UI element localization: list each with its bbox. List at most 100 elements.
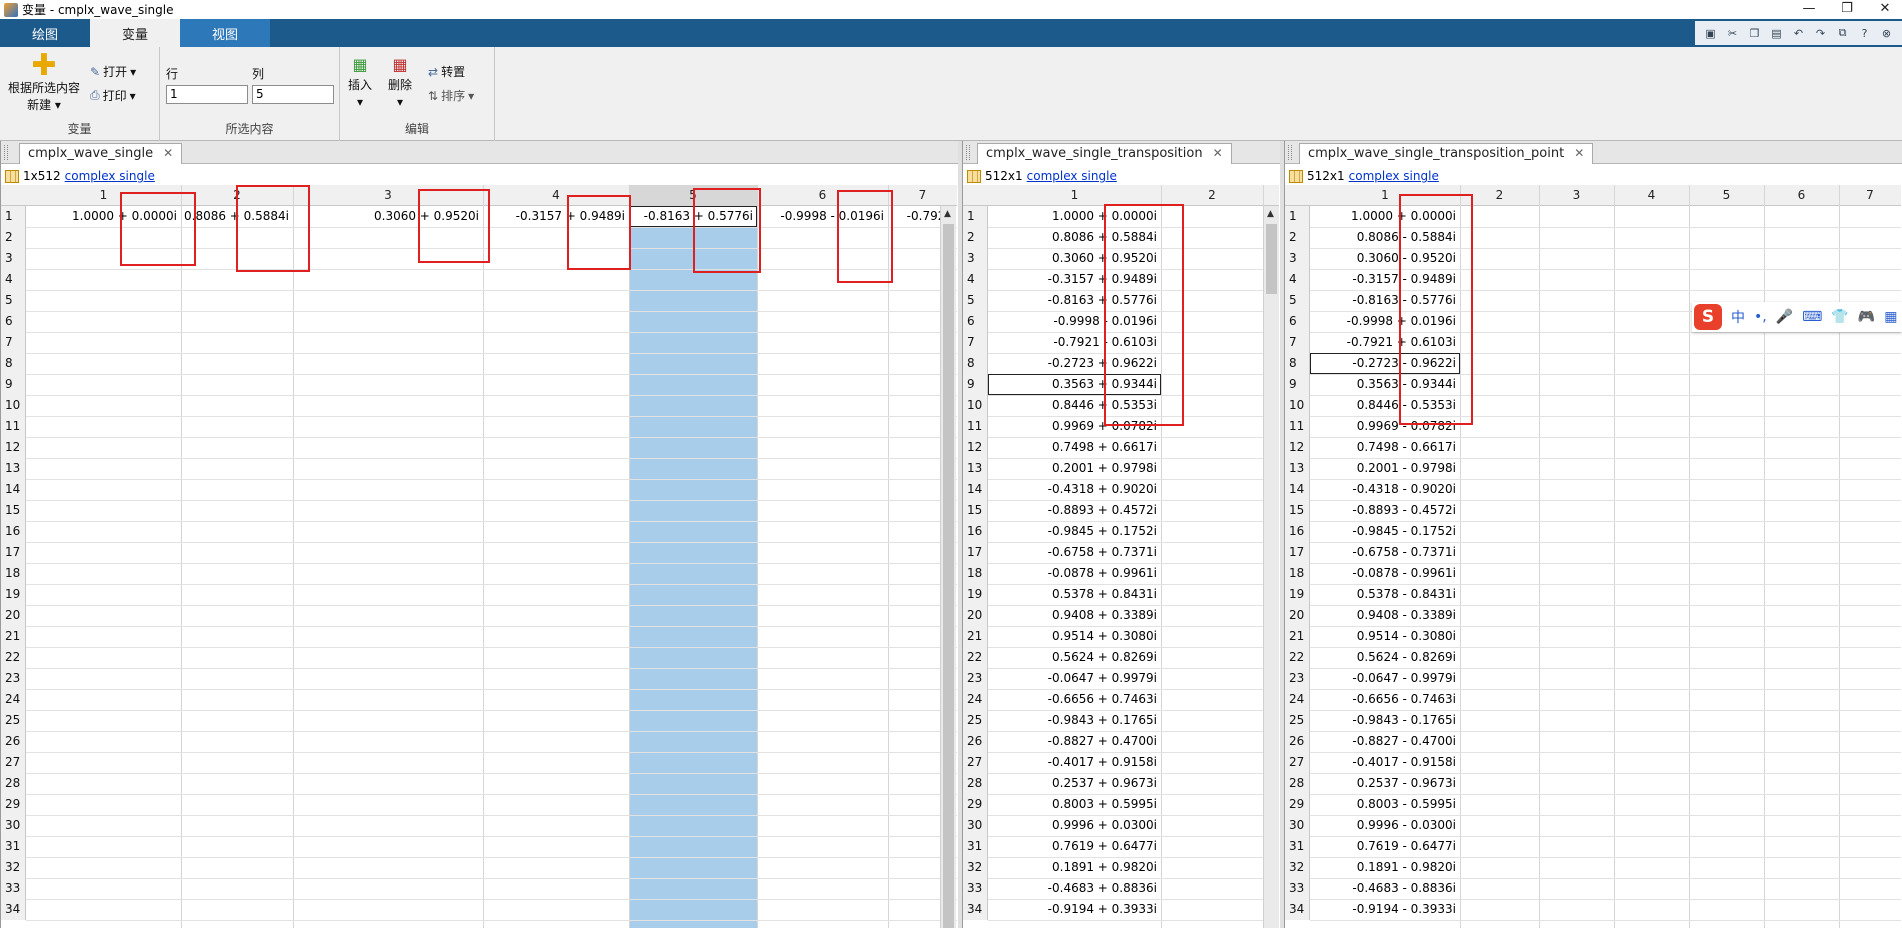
- table-cell[interactable]: 0.7619 + 0.6477i: [988, 836, 1157, 857]
- row-header[interactable]: 17: [963, 542, 987, 563]
- table-cell[interactable]: -0.6656 + 0.7463i: [988, 689, 1157, 710]
- row-header[interactable]: 34: [963, 899, 987, 920]
- row-header[interactable]: 7: [1, 332, 25, 353]
- tab-cmplx-wave-single-transposition[interactable]: cmplx_wave_single_transposition ✕: [977, 143, 1232, 164]
- row-header[interactable]: 4: [1, 269, 25, 290]
- table-cell[interactable]: 0.8003 - 0.5995i: [1310, 794, 1456, 815]
- scroll-thumb[interactable]: [1266, 224, 1277, 294]
- drag-grip-icon[interactable]: [1288, 145, 1292, 160]
- table-cell[interactable]: 0.2001 - 0.9798i: [1310, 458, 1456, 479]
- row-header[interactable]: 2: [1, 227, 25, 248]
- switch-window-icon[interactable]: ⧉: [1833, 24, 1852, 42]
- drag-grip-icon[interactable]: [4, 145, 8, 160]
- row-header[interactable]: 1: [1, 206, 25, 227]
- insert-button[interactable]: ▦ 插入 ▾: [348, 55, 372, 109]
- table-cell[interactable]: 0.7498 + 0.6617i: [988, 437, 1157, 458]
- table-cell[interactable]: 0.1891 - 0.9820i: [1310, 857, 1456, 878]
- row-header[interactable]: 8: [1, 353, 25, 374]
- row-header[interactable]: 28: [963, 773, 987, 794]
- row-header[interactable]: 14: [1, 479, 25, 500]
- transpose-button[interactable]: ⇄ 转置: [428, 63, 465, 80]
- table-cell[interactable]: 0.9408 - 0.3389i: [1310, 605, 1456, 626]
- row-header[interactable]: 27: [1285, 752, 1309, 773]
- row-header[interactable]: 26: [1, 731, 25, 752]
- column-header[interactable]: 4: [1614, 185, 1689, 206]
- close-tab-icon[interactable]: ✕: [163, 146, 173, 160]
- row-header[interactable]: 21: [1, 626, 25, 647]
- table-cell[interactable]: -0.4683 - 0.8836i: [1310, 878, 1456, 899]
- row-header[interactable]: 12: [1285, 437, 1309, 458]
- class-link[interactable]: complex single: [65, 169, 155, 183]
- table-cell[interactable]: 0.9408 + 0.3389i: [988, 605, 1157, 626]
- row-header[interactable]: 32: [963, 857, 987, 878]
- row-header[interactable]: 18: [963, 563, 987, 584]
- close-button[interactable]: ✕: [1870, 0, 1900, 19]
- table-cell[interactable]: 0.5624 + 0.8269i: [988, 647, 1157, 668]
- row-header[interactable]: 34: [1285, 899, 1309, 920]
- close-circle-icon[interactable]: ⊗: [1877, 24, 1896, 42]
- row-header[interactable]: 28: [1, 773, 25, 794]
- row-header[interactable]: 8: [1285, 353, 1309, 374]
- row-header[interactable]: 4: [963, 269, 987, 290]
- ime-tools-icon[interactable]: ▦: [1884, 309, 1897, 325]
- help-icon[interactable]: ?: [1855, 24, 1874, 42]
- row-header[interactable]: 33: [1285, 878, 1309, 899]
- row-header[interactable]: 20: [1285, 605, 1309, 626]
- column-header[interactable]: 5: [1689, 185, 1764, 206]
- ime-toolbar[interactable]: S 中 •, 🎤 ⌨ 👕 🎮 ▦: [1692, 302, 1902, 332]
- row-header[interactable]: 10: [1285, 395, 1309, 416]
- row-header[interactable]: 13: [1285, 458, 1309, 479]
- undo-icon[interactable]: ↶: [1789, 24, 1808, 42]
- row-header[interactable]: 25: [963, 710, 987, 731]
- delete-button[interactable]: ▦ 删除 ▾: [388, 55, 412, 109]
- col-input[interactable]: 5: [252, 85, 334, 104]
- table-cell[interactable]: 0.5378 - 0.8431i: [1310, 584, 1456, 605]
- redo-icon[interactable]: ↷: [1811, 24, 1830, 42]
- table-cell[interactable]: 0.7498 - 0.6617i: [1310, 437, 1456, 458]
- open-button[interactable]: ✎ 打开 ▾: [90, 63, 136, 80]
- row-header[interactable]: 21: [1285, 626, 1309, 647]
- drag-grip-icon[interactable]: [966, 145, 970, 160]
- table-cell[interactable]: -0.4683 + 0.8836i: [988, 878, 1157, 899]
- new-from-selection-button[interactable]: ✚ 根据所选内容 新建 ▾: [8, 51, 80, 113]
- row-header[interactable]: 18: [1285, 563, 1309, 584]
- row-header[interactable]: 6: [1, 311, 25, 332]
- column-header[interactable]: 7: [888, 185, 957, 206]
- column-header[interactable]: 1: [988, 185, 1161, 206]
- row-header[interactable]: 6: [963, 311, 987, 332]
- row-header[interactable]: 34: [1, 899, 25, 920]
- row-header[interactable]: 11: [963, 416, 987, 437]
- row-header[interactable]: 16: [1, 521, 25, 542]
- table-cell[interactable]: 0.2537 + 0.9673i: [988, 773, 1157, 794]
- row-header[interactable]: 32: [1, 857, 25, 878]
- row-header[interactable]: 2: [1285, 227, 1309, 248]
- row-header[interactable]: 10: [1, 395, 25, 416]
- data-grid[interactable]: 1 2 1 2 3 4 5 6 7 8 9 10 11 12 13 14 15 16 17 18 19 20 21 22 23 2…: [963, 185, 1279, 928]
- row-header[interactable]: 26: [963, 731, 987, 752]
- data-grid[interactable]: 1 2 3 4 5 6 7 1 2 3 4 5 6 7 8 9 10 11 12 13 14 15 16 17 18 19 20 21…: [1, 185, 957, 928]
- row-header[interactable]: 30: [963, 815, 987, 836]
- row-header[interactable]: 8: [963, 353, 987, 374]
- table-cell[interactable]: -0.6656 - 0.7463i: [1310, 689, 1456, 710]
- minimize-button[interactable]: —: [1794, 0, 1824, 19]
- tab-cmplx-wave-single-transposition-point[interactable]: cmplx_wave_single_transposition_point ✕: [1299, 143, 1594, 164]
- row-header[interactable]: 2: [963, 227, 987, 248]
- table-cell[interactable]: -0.9194 - 0.3933i: [1310, 899, 1456, 920]
- table-cell[interactable]: 0.9514 + 0.3080i: [988, 626, 1157, 647]
- row-header[interactable]: 1: [1285, 206, 1309, 227]
- table-cell[interactable]: 0.9514 - 0.3080i: [1310, 626, 1456, 647]
- table-cell[interactable]: -0.9194 + 0.3933i: [988, 899, 1157, 920]
- table-cell[interactable]: -0.6758 - 0.7371i: [1310, 542, 1456, 563]
- print-button[interactable]: ⎙ 打印 ▾: [90, 87, 136, 104]
- table-cell[interactable]: -0.4318 + 0.9020i: [988, 479, 1157, 500]
- row-header[interactable]: 5: [1285, 290, 1309, 311]
- table-cell[interactable]: 0.1891 + 0.9820i: [988, 857, 1157, 878]
- row-header[interactable]: 3: [1, 248, 25, 269]
- table-cell[interactable]: 0.2537 - 0.9673i: [1310, 773, 1456, 794]
- row-header[interactable]: 17: [1285, 542, 1309, 563]
- row-header[interactable]: 13: [963, 458, 987, 479]
- sort-button[interactable]: ⇅ 排序 ▾: [428, 87, 474, 104]
- row-header[interactable]: 22: [1, 647, 25, 668]
- row-header[interactable]: 30: [1, 815, 25, 836]
- tab-plots[interactable]: 绘图: [0, 19, 90, 47]
